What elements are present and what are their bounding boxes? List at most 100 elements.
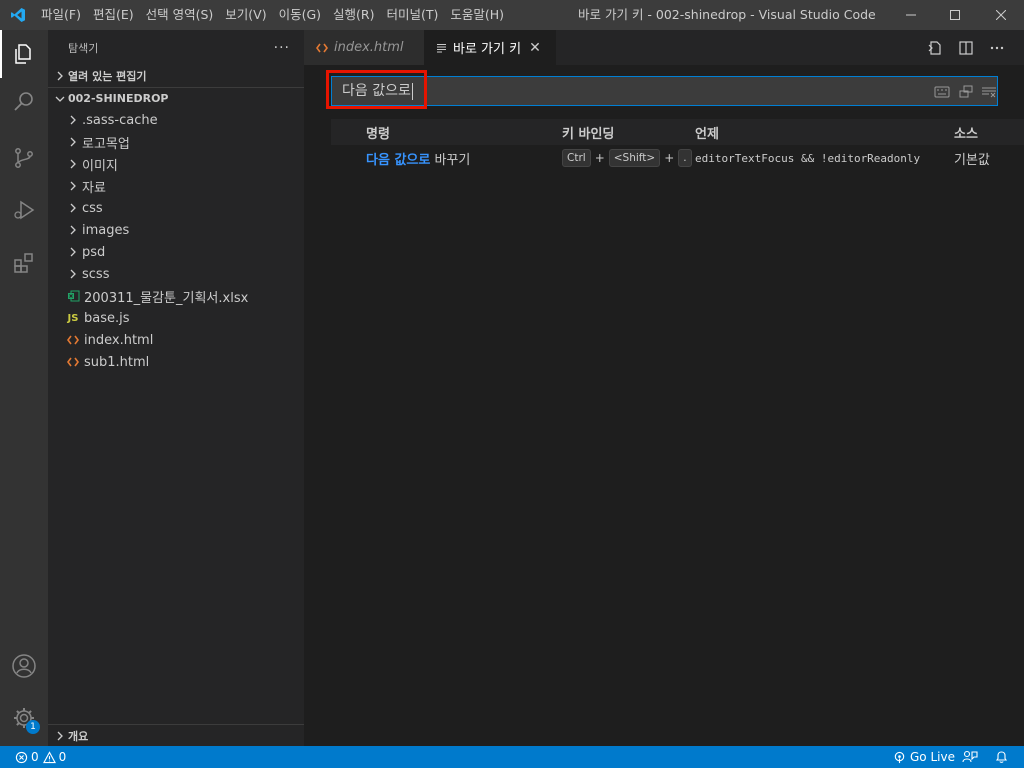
chevron-right-icon [52,731,68,741]
command-cell: 다음 값으로 바꾸기 [366,146,470,170]
menu-view[interactable]: 보기(V) [219,0,272,30]
notifications-bell-icon[interactable] [995,746,1008,768]
menu-help[interactable]: 도움말(H) [444,0,510,30]
sort-by-precedence-icon[interactable] [956,83,976,101]
menu-terminal[interactable]: 터미널(T) [381,0,445,30]
keybindings-editor: 다음 값으로 명령 키 바인딩 언제 소스 다음 값으로 바꾸기 Ctrl + … [304,65,1024,746]
file-label: 200311_물감툰_기획서.xlsx [84,290,249,306]
warning-icon [42,750,56,763]
key-period: . [678,149,692,167]
chevron-right-icon [64,269,82,279]
error-count: 0 [31,750,39,764]
search-icon[interactable] [0,78,48,126]
excel-icon [64,290,82,302]
table-row[interactable]: 다음 값으로 바꾸기 Ctrl + <Shift> + . editorText… [331,146,1024,170]
source-control-icon[interactable] [0,134,48,182]
keybindings-search-input[interactable]: 다음 값으로 [331,76,998,106]
folder-label: images [82,222,130,238]
when-cell: editorTextFocus && !editorReadonly [695,151,921,165]
chevron-right-icon [64,203,82,213]
close-window-button[interactable] [978,0,1024,30]
account-icon[interactable] [0,642,48,690]
column-header-keybinding[interactable]: 키 바인딩 [562,119,614,145]
menu-selection[interactable]: 선택 영역(S) [140,0,220,30]
settings-gear-icon[interactable]: 1 [0,694,48,742]
column-header-when[interactable]: 언제 [695,119,719,145]
folder-item[interactable]: css [48,197,304,219]
broadcast-icon [894,751,905,763]
run-debug-icon[interactable] [0,186,48,234]
problems-indicator[interactable]: 0 0 [15,746,66,768]
clear-search-icon[interactable] [979,83,999,101]
folder-label: 이미지 [82,158,118,174]
project-label: 002-SHINEDROP [68,92,169,105]
record-keys-icon[interactable] [932,83,952,101]
column-header-command[interactable]: 명령 [366,119,390,145]
folder-label: 자료 [82,180,106,196]
vscode-logo-icon [0,0,35,30]
explorer-icon[interactable] [0,30,48,78]
split-editor-icon[interactable] [951,30,981,65]
project-section[interactable]: 002-SHINEDROP [48,87,304,109]
file-item[interactable]: 200311_물감툰_기획서.xlsx [48,285,304,307]
close-tab-icon[interactable]: ✕ [529,40,541,56]
feedback-icon[interactable] [962,746,978,768]
folder-item[interactable]: psd [48,241,304,263]
search-input-value: 다음 값으로 [342,82,413,100]
maximize-button[interactable] [932,0,978,30]
outline-section[interactable]: 개요 [48,724,304,746]
folder-item[interactable]: 이미지 [48,153,304,175]
folder-item[interactable]: 자료 [48,175,304,197]
tab-index-html[interactable]: index.html [304,30,424,65]
settings-badge: 1 [26,720,40,734]
file-item[interactable]: JS base.js [48,307,304,329]
folder-item[interactable]: scss [48,263,304,285]
source-cell: 기본값 [954,152,990,168]
open-editors-section[interactable]: 열려 있는 편집기 [48,65,304,87]
active-indicator [0,30,2,78]
js-icon: JS [67,312,79,324]
go-live-label: Go Live [910,750,955,764]
explorer-sidebar: 탐색기 ··· 열려 있는 편집기 002-SHINEDROP .sass-ca… [48,30,304,746]
go-live-button[interactable]: Go Live [893,746,955,768]
key-separator: + [594,151,605,165]
extensions-icon[interactable] [0,239,48,287]
more-actions-icon[interactable]: ··· [274,40,290,56]
menu-file[interactable]: 파일(F) [35,0,87,30]
warning-count: 0 [58,750,67,764]
command-match-text: 다음 값으로 [366,152,431,168]
chevron-right-icon [64,225,82,235]
tab-label: 바로 가기 키 [453,42,522,57]
chevron-right-icon [64,247,82,257]
file-item[interactable]: sub1.html [48,351,304,373]
tab-keybindings[interactable]: 바로 가기 키 ✕ [424,30,556,65]
column-header-source[interactable]: 소스 [954,119,978,145]
open-keybindings-json-icon[interactable] [920,30,950,65]
file-item[interactable]: index.html [48,329,304,351]
html-icon [316,43,328,53]
more-actions-icon[interactable] [982,30,1012,65]
sidebar-header: 탐색기 ··· [48,30,304,65]
window-title: 바로 가기 키 - 002-shinedrop - Visual Studio … [578,7,878,22]
chevron-down-icon [52,94,68,104]
menu-go[interactable]: 이동(G) [273,0,327,30]
activity-bar: 1 [0,30,48,746]
folder-item[interactable]: .sass-cache [48,109,304,131]
text-caret [411,82,413,100]
chevron-right-icon [64,115,82,125]
menu-edit[interactable]: 편집(E) [87,0,140,30]
folder-item[interactable]: 로고목업 [48,131,304,153]
status-bar: 0 0 Go Live [0,746,1024,768]
key-separator: + [664,151,675,165]
file-label: sub1.html [84,354,150,370]
file-tree: .sass-cache 로고목업이미지자료 css images psd scss 2003… [48,109,304,373]
folder-label: .sass-cache [82,112,158,128]
minimize-button[interactable] [888,0,934,30]
editor-tab-bar: index.html 바로 가기 키 ✕ [304,30,1024,65]
folder-item[interactable]: images [48,219,304,241]
folder-label: css [82,200,103,216]
keybindings-table-header: 명령 키 바인딩 언제 소스 [331,119,1024,145]
keybinding-cell: Ctrl + <Shift> + . [562,146,692,170]
key-shift: <Shift> [608,149,661,167]
menu-run[interactable]: 실행(R) [327,0,380,30]
